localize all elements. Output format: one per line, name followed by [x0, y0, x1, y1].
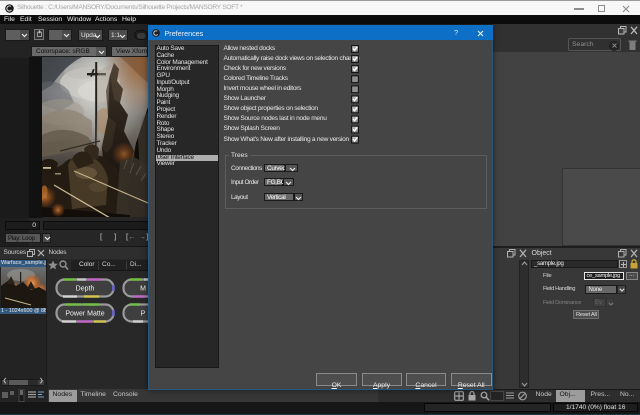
svg-text:Power Matte: Power Matte [65, 311, 104, 318]
svg-text:M: M [140, 286, 146, 293]
svg-text:Depth: Depth [76, 286, 95, 293]
svg-text:P: P [141, 311, 146, 318]
